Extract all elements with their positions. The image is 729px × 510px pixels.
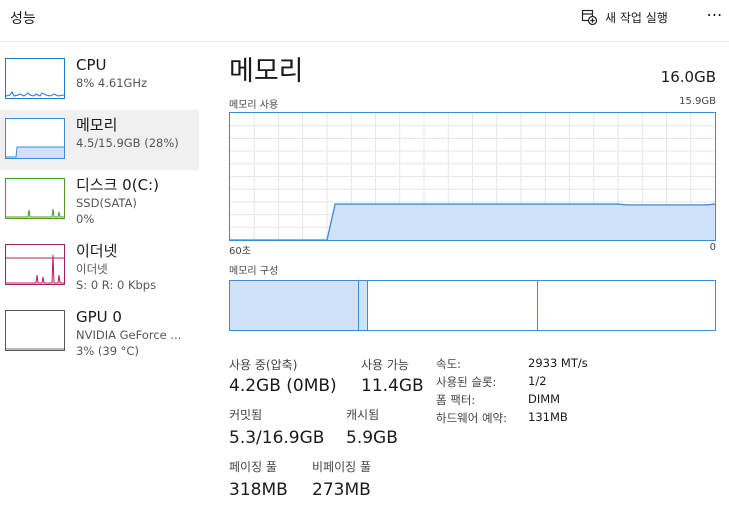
sidebar-item-name: GPU 0: [76, 308, 122, 326]
memory-composition-bar: [229, 280, 716, 331]
header: 성능 새 작업 실행 ⋯: [0, 0, 729, 42]
ethernet-thumbnail-graph: [5, 244, 65, 285]
sidebar-item-detail-2: 0%: [76, 212, 95, 226]
more-options-icon[interactable]: ⋯: [704, 4, 726, 26]
cpu-thumbnail-graph: [5, 58, 65, 99]
nonpaged-pool-label: 비페이징 풀: [312, 460, 372, 474]
composition-label: 메모리 구성: [229, 266, 279, 277]
composition-segment: [230, 281, 359, 330]
main-title: 메모리: [229, 56, 304, 87]
usage-chart-label: 메모리 사용: [229, 100, 279, 111]
composition-segment: [358, 281, 369, 330]
in-use-label: 사용 중(압축): [229, 358, 298, 372]
sidebar-item-name: 디스크 0(C:): [76, 176, 159, 194]
sidebar-item-gpu[interactable]: GPU 0 NVIDIA GeForce ... 3% (39 °C): [0, 302, 199, 362]
sidebar-item-detail: 8% 4.61GHz: [76, 76, 148, 90]
cached-label: 캐시됨: [346, 408, 380, 422]
available-label: 사용 가능: [361, 358, 409, 372]
hardware-reserved-value: 131MB: [528, 410, 568, 424]
memory-usage-chart: [229, 112, 716, 241]
in-use-value: 4.2GB (0MB): [229, 376, 337, 396]
time-axis-left: 60초: [229, 246, 251, 257]
usage-chart-max: 15.9GB: [679, 96, 716, 107]
sidebar-item-ethernet[interactable]: 이더넷 이더넷 S: 0 R: 0 Kbps: [0, 236, 199, 296]
paged-pool-value: 318MB: [229, 480, 288, 500]
sidebar-item-memory[interactable]: 메모리 4.5/15.9GB (28%): [0, 110, 199, 170]
speed-value: 2933 MT/s: [528, 356, 588, 370]
disk-thumbnail-graph: [5, 178, 65, 219]
slots-label: 사용된 슬롯:: [436, 375, 497, 389]
speed-label: 속도:: [436, 357, 462, 371]
time-axis-right: 0: [709, 242, 716, 253]
sidebar-item-cpu[interactable]: CPU 8% 4.61GHz: [0, 50, 199, 110]
committed-label: 커밋됨: [229, 408, 263, 422]
composition-segment: [368, 281, 538, 330]
sidebar-item-detail: NVIDIA GeForce ...: [76, 328, 182, 342]
sidebar-item-name: 이더넷: [76, 242, 118, 260]
sidebar-item-detail: 이더넷: [76, 262, 108, 276]
hardware-reserved-label: 하드웨어 예약:: [436, 411, 508, 425]
sidebar-item-detail: 4.5/15.9GB (28%): [76, 136, 179, 150]
nonpaged-pool-value: 273MB: [312, 480, 371, 500]
sidebar-item-name: 메모리: [76, 116, 118, 134]
slots-value: 1/2: [528, 374, 547, 388]
sidebar-item-disk[interactable]: 디스크 0(C:) SSD(SATA) 0%: [0, 170, 199, 230]
memory-thumbnail-graph: [5, 118, 65, 159]
sidebar-item-name: CPU: [76, 56, 107, 74]
paged-pool-label: 페이징 풀: [229, 460, 277, 474]
memory-usage-svg: [230, 113, 715, 240]
committed-value: 5.3/16.9GB: [229, 428, 325, 448]
form-factor-label: 폼 팩터:: [436, 393, 476, 407]
sidebar-item-detail-2: 3% (39 °C): [76, 344, 139, 358]
sidebar-item-detail: SSD(SATA): [76, 196, 137, 210]
sidebar-item-detail-2: S: 0 R: 0 Kbps: [76, 278, 157, 292]
available-value: 11.4GB: [361, 376, 424, 396]
new-task-label: 새 작업 실행: [605, 10, 668, 25]
total-memory: 16.0GB: [660, 68, 716, 86]
new-task-button[interactable]: 새 작업 실행: [581, 6, 668, 28]
new-task-icon: [581, 9, 597, 25]
gpu-thumbnail-graph: [5, 310, 65, 351]
composition-segment: [537, 281, 715, 330]
cached-value: 5.9GB: [346, 428, 398, 448]
page-title: 성능: [10, 11, 36, 27]
form-factor-value: DIMM: [528, 392, 561, 406]
